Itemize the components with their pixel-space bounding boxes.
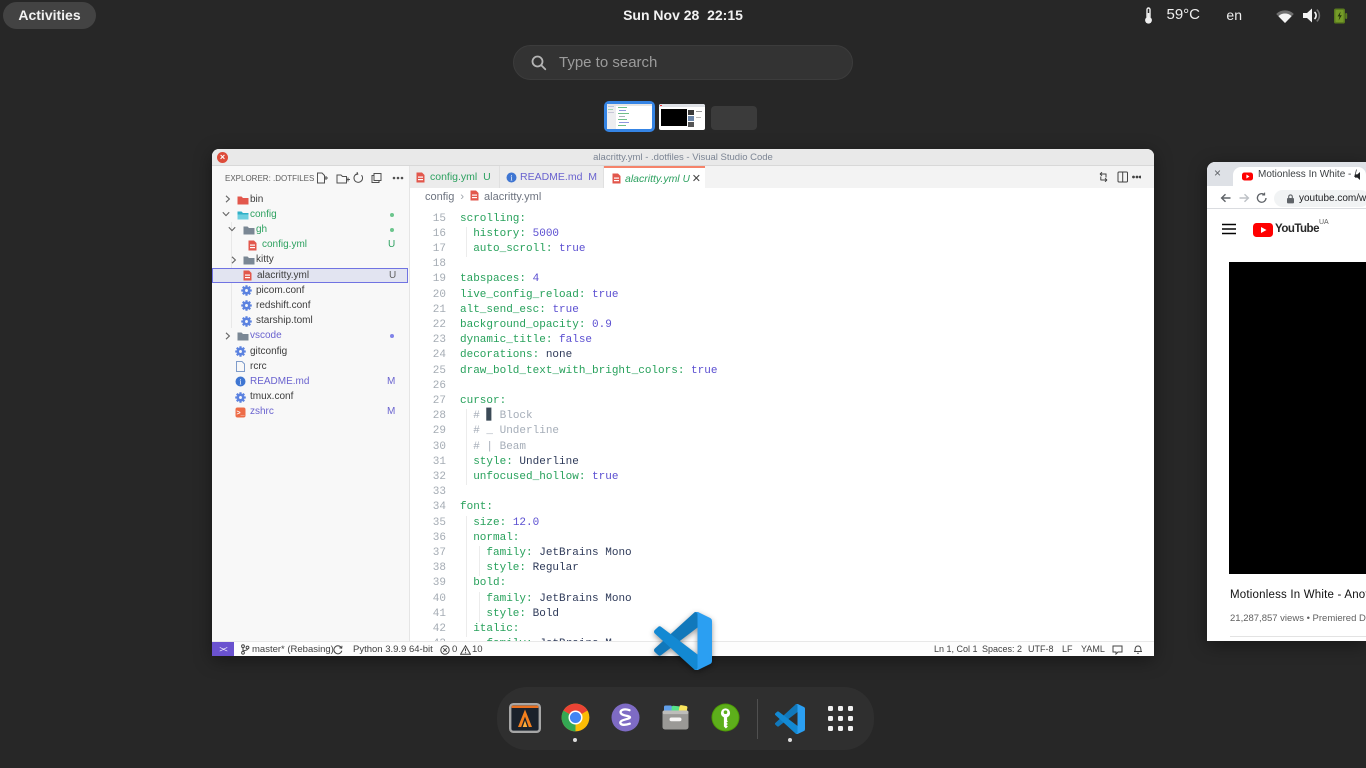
svg-text:>_: >_	[237, 410, 245, 417]
